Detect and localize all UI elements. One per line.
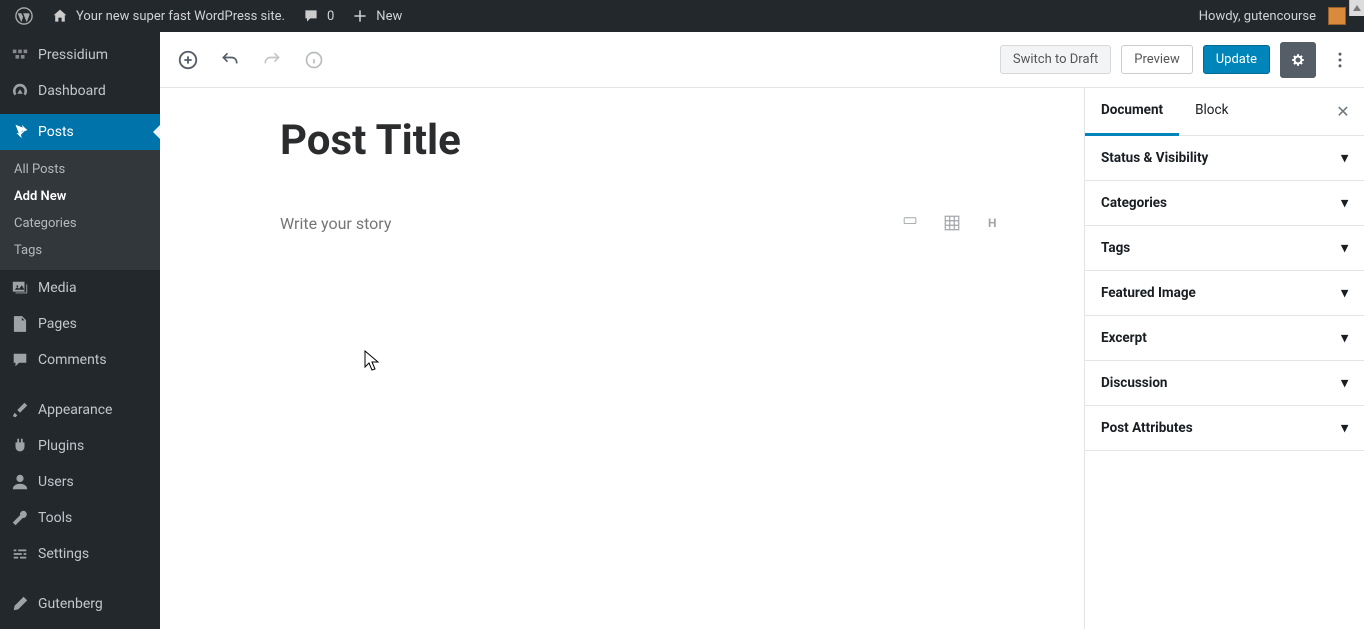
settings-sidebar: Document Block ✕ Status & Visibility ▾ C… xyxy=(1084,88,1364,629)
menu-tools[interactable]: Tools xyxy=(0,500,160,536)
menu-settings[interactable]: Settings xyxy=(0,536,160,572)
wp-logo[interactable] xyxy=(6,0,42,32)
sliders-icon xyxy=(10,544,30,564)
info-button[interactable] xyxy=(302,48,326,72)
panel-post-attributes[interactable]: Post Attributes ▾ xyxy=(1085,406,1364,451)
add-block-button[interactable] xyxy=(176,48,200,72)
tab-document[interactable]: Document xyxy=(1085,88,1179,136)
undo-button[interactable] xyxy=(218,48,242,72)
menu-comments[interactable]: Comments xyxy=(0,342,160,378)
redo-button[interactable] xyxy=(260,48,284,72)
pencil-icon xyxy=(10,594,30,614)
chevron-down-icon: ▾ xyxy=(1341,330,1348,346)
pages-icon xyxy=(10,314,30,334)
menu-pages[interactable]: Pages xyxy=(0,306,160,342)
editor-canvas[interactable]: H xyxy=(160,88,1084,629)
home-icon xyxy=(50,6,70,26)
new-label: New xyxy=(376,9,402,24)
post-title-input[interactable] xyxy=(280,116,980,165)
media-icon xyxy=(10,278,30,298)
panel-excerpt[interactable]: Excerpt ▾ xyxy=(1085,316,1364,361)
story-input[interactable] xyxy=(280,214,900,233)
menu-pressidium[interactable]: Pressidium xyxy=(0,37,160,73)
new-content-link[interactable]: New xyxy=(342,0,410,32)
chevron-down-icon: ▾ xyxy=(1341,420,1348,436)
site-name: Your new super fast WordPress site. xyxy=(76,9,285,24)
panel-status-visibility[interactable]: Status & Visibility ▾ xyxy=(1085,136,1364,181)
block-tool-textbox-icon[interactable] xyxy=(900,213,920,233)
comments-link[interactable]: 0 xyxy=(293,0,342,32)
close-sidebar-button[interactable]: ✕ xyxy=(1328,97,1358,127)
menu-plugins[interactable]: Plugins xyxy=(0,428,160,464)
pin-icon xyxy=(10,122,30,142)
pressidium-icon xyxy=(10,45,30,65)
admin-sidebar: Pressidium Dashboard Posts All Posts Add… xyxy=(0,32,160,629)
submenu-tags[interactable]: Tags xyxy=(0,237,160,264)
chevron-down-icon: ▾ xyxy=(1341,285,1348,301)
howdy-text: Howdy, gutencourse xyxy=(1199,9,1316,24)
plus-icon xyxy=(350,6,370,26)
submenu-posts: All Posts Add New Categories Tags xyxy=(0,150,160,270)
tab-block[interactable]: Block xyxy=(1179,88,1244,136)
block-tool-heading-icon[interactable]: H xyxy=(984,213,1004,233)
avatar xyxy=(1328,7,1346,25)
panel-categories[interactable]: Categories ▾ xyxy=(1085,181,1364,226)
chevron-down-icon: ▾ xyxy=(1341,195,1348,211)
comment-icon xyxy=(301,6,321,26)
plug-icon xyxy=(10,436,30,456)
submenu-categories[interactable]: Categories xyxy=(0,210,160,237)
menu-users[interactable]: Users xyxy=(0,464,160,500)
panel-discussion[interactable]: Discussion ▾ xyxy=(1085,361,1364,406)
menu-posts[interactable]: Posts xyxy=(0,114,160,150)
comments-count: 0 xyxy=(327,9,334,24)
svg-text:H: H xyxy=(988,216,996,230)
menu-dashboard[interactable]: Dashboard xyxy=(0,73,160,109)
wrench-icon xyxy=(10,508,30,528)
menu-appearance[interactable]: Appearance xyxy=(0,392,160,428)
more-options-button[interactable] xyxy=(1326,42,1354,78)
cursor-icon xyxy=(364,350,380,372)
dashboard-icon xyxy=(10,81,30,101)
chevron-down-icon: ▾ xyxy=(1341,375,1348,391)
chevron-down-icon: ▾ xyxy=(1341,150,1348,166)
block-tool-table-icon[interactable] xyxy=(942,213,962,233)
switch-to-draft-button[interactable]: Switch to Draft xyxy=(1000,45,1111,74)
wordpress-icon xyxy=(14,6,34,26)
comments-icon xyxy=(10,350,30,370)
submenu-add-new[interactable]: Add New xyxy=(0,183,160,210)
editor-toolbar: Switch to Draft Preview Update xyxy=(160,32,1364,88)
site-link[interactable]: Your new super fast WordPress site. xyxy=(42,0,293,32)
chevron-down-icon: ▾ xyxy=(1341,240,1348,256)
settings-toggle-button[interactable] xyxy=(1280,42,1316,78)
menu-gutenberg[interactable]: Gutenberg xyxy=(0,586,160,622)
my-account[interactable]: Howdy, gutencourse xyxy=(1191,0,1354,32)
submenu-all-posts[interactable]: All Posts xyxy=(0,156,160,183)
scrollbar-up-icon[interactable] xyxy=(1349,0,1364,16)
panel-tags[interactable]: Tags ▾ xyxy=(1085,226,1364,271)
menu-media[interactable]: Media xyxy=(0,270,160,306)
panel-featured-image[interactable]: Featured Image ▾ xyxy=(1085,271,1364,316)
update-button[interactable]: Update xyxy=(1203,45,1270,74)
brush-icon xyxy=(10,400,30,420)
user-icon xyxy=(10,472,30,492)
preview-button[interactable]: Preview xyxy=(1121,45,1192,74)
